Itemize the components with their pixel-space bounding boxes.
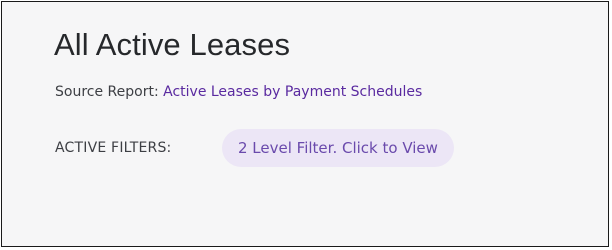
page-title: All Active Leases [54,27,291,62]
report-header-panel: All Active Leases Source Report: Active … [1,1,609,247]
active-filters-label: ACTIVE FILTERS: [55,140,172,156]
source-report-label: Source Report: [55,84,164,100]
view-filters-button[interactable]: 2 Level Filter. Click to View [222,129,454,167]
source-report-link[interactable]: Active Leases by Payment Schedules [163,84,422,100]
source-report-line: Source Report: Active Leases by Payment … [55,84,422,100]
